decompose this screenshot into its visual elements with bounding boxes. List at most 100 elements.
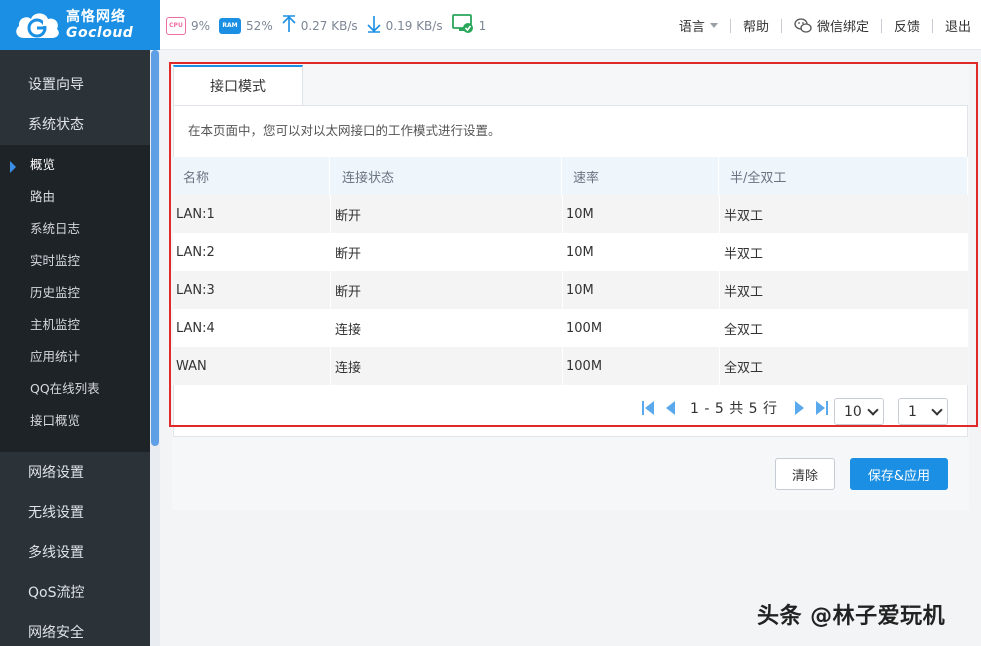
cell-status: 断开	[330, 195, 562, 233]
column-header-status[interactable]: 连接状态	[330, 157, 562, 195]
feedback-link[interactable]: 反馈	[882, 16, 932, 35]
cell-status: 断开	[330, 233, 562, 271]
monitor-check-icon	[451, 14, 474, 37]
page-number-value: 1	[908, 403, 917, 420]
help-label: 帮助	[742, 20, 769, 35]
page-number-select[interactable]: 1	[898, 398, 948, 425]
caret-down-icon	[709, 23, 718, 28]
wechat-label: 微信绑定	[816, 20, 869, 35]
upload-speed: 0.27 KB/s	[300, 18, 358, 33]
sidebar-subitem-routes[interactable]: 路由	[0, 181, 150, 213]
cell-name: LAN:3	[176, 282, 215, 298]
table-header: 名称 连接状态 速率 半/全双工	[173, 157, 968, 195]
sidebar-subitem-system-log[interactable]: 系统日志	[0, 213, 150, 245]
upload-arrow-icon	[282, 15, 296, 36]
cell-duplex: 半双工	[719, 271, 968, 309]
cell-status: 连接	[330, 347, 562, 385]
language-label: 语言	[678, 20, 705, 35]
logout-link[interactable]: 退出	[933, 16, 973, 35]
table-row[interactable]: WAN 连接 100M 全双工	[173, 347, 968, 385]
cell-speed: 10M	[562, 195, 719, 233]
cell-name: WAN	[176, 358, 207, 374]
clear-button[interactable]: 清除	[775, 458, 835, 490]
cell-status: 断开	[330, 271, 562, 309]
sidebar-subitem-app-stats[interactable]: 应用统计	[0, 341, 150, 373]
sidebar-item-setup-wizard[interactable]: 设置向导	[0, 65, 150, 105]
download-stat: 0.19 KB/s	[367, 15, 443, 36]
upload-stat: 0.27 KB/s	[282, 15, 358, 36]
top-nav: 语言 帮助 微信绑定 反馈 退出	[667, 16, 973, 35]
sidebar-subitem-history-monitor[interactable]: 历史监控	[0, 277, 150, 309]
cell-status: 连接	[330, 309, 562, 347]
sidebar-scrollbar-thumb[interactable]	[151, 50, 159, 446]
page-size-select[interactable]: 10	[834, 398, 884, 425]
wechat-icon	[794, 17, 812, 34]
watermark: 头条 @林子爱玩机	[757, 604, 946, 629]
brand-name-cn: 高恪网络	[66, 9, 126, 25]
download-speed: 0.19 KB/s	[385, 18, 443, 33]
sidebar-subitem-realtime-monitor[interactable]: 实时监控	[0, 245, 150, 277]
sidebar-item-multiline-settings[interactable]: 多线设置	[0, 533, 150, 573]
online-devices-count: 1	[478, 18, 487, 33]
save-apply-button[interactable]: 保存&应用	[850, 458, 948, 490]
sidebar-subitem-interface-overview[interactable]: 接口概览	[0, 405, 150, 437]
sidebar-item-wireless-settings[interactable]: 无线设置	[0, 493, 150, 533]
first-page-icon[interactable]	[640, 400, 656, 416]
interface-table: 名称 连接状态 速率 半/全双工 LAN:1 断开 10M 半双工 LAN:2 …	[173, 157, 968, 385]
sidebar-subitem-label: 概览	[30, 157, 56, 172]
prev-page-icon[interactable]	[662, 400, 678, 416]
page-size-value: 10	[844, 403, 862, 420]
feedback-label: 反馈	[893, 20, 920, 35]
next-page-icon[interactable]	[792, 400, 808, 416]
ram-stat: RAM 52%	[219, 17, 273, 34]
cell-duplex: 半双工	[719, 233, 968, 271]
sidebar-subitem-host-monitor[interactable]: 主机监控	[0, 309, 150, 341]
ram-value: 52%	[246, 18, 273, 33]
last-page-icon[interactable]	[814, 400, 830, 416]
cell-name: LAN:1	[176, 206, 215, 222]
language-menu[interactable]: 语言	[667, 16, 730, 35]
brand-name-en: Gocloud	[66, 25, 134, 41]
table-row[interactable]: LAN:4 连接 100M 全双工	[173, 309, 968, 347]
sidebar-subitem-overview[interactable]: 概览	[0, 149, 150, 181]
cpu-icon: CPU	[166, 16, 186, 35]
cpu-value: 9%	[191, 18, 211, 33]
chevron-down-icon	[867, 403, 879, 416]
tab-interface-mode[interactable]: 接口模式	[173, 65, 303, 106]
brand-logo[interactable]: 高恪网络 Gocloud	[0, 0, 160, 50]
help-link[interactable]: 帮助	[731, 16, 781, 35]
cpu-stat: CPU 9%	[166, 16, 211, 35]
sidebar-item-system-status[interactable]: 系统状态	[0, 105, 150, 145]
cell-name: LAN:2	[176, 244, 215, 260]
page-description: 在本页面中，您可以对以太网接口的工作模式进行设置。	[188, 123, 501, 138]
top-bar: 高恪网络 Gocloud CPU 9% RAM 52% 0.27 KB/s 0.…	[0, 0, 981, 50]
system-stats: CPU 9% RAM 52% 0.27 KB/s 0.19 KB/s 1	[166, 14, 495, 37]
sidebar-submenu: 概览 路由 系统日志 实时监控 历史监控 主机监控 应用统计 QQ在线列表 接口…	[0, 145, 150, 452]
pagination: 1 - 5 共 5 行	[640, 398, 836, 418]
cell-duplex: 全双工	[719, 309, 968, 347]
ram-icon: RAM	[219, 17, 242, 34]
cell-duplex: 全双工	[719, 347, 968, 385]
column-header-name[interactable]: 名称	[173, 157, 330, 195]
online-devices-stat[interactable]: 1	[451, 14, 487, 37]
cell-speed: 100M	[562, 309, 719, 347]
cell-speed: 100M	[562, 347, 719, 385]
column-header-duplex[interactable]: 半/全双工	[719, 157, 968, 195]
cell-duplex: 半双工	[719, 195, 968, 233]
table-row[interactable]: LAN:3 断开 10M 半双工	[173, 271, 968, 309]
table-row[interactable]: LAN:1 断开 10M 半双工	[173, 195, 968, 233]
chevron-down-icon	[931, 403, 943, 416]
wechat-bind-link[interactable]: 微信绑定	[782, 16, 881, 35]
sidebar-subitem-qq-online[interactable]: QQ在线列表	[0, 373, 150, 405]
cell-speed: 10M	[562, 271, 719, 309]
sidebar-item-qos[interactable]: QoS流控	[0, 573, 150, 613]
pagination-info: 1 - 5 共 5 行	[690, 401, 778, 417]
column-header-speed[interactable]: 速率	[562, 157, 719, 195]
cloud-logo-icon	[12, 8, 62, 42]
sidebar-item-network-settings[interactable]: 网络设置	[0, 453, 150, 493]
cell-speed: 10M	[562, 233, 719, 271]
sidebar: 设置向导 系统状态 概览 路由 系统日志 实时监控 历史监控 主机监控 应用统计…	[0, 50, 160, 646]
download-arrow-icon	[367, 15, 381, 36]
table-row[interactable]: LAN:2 断开 10M 半双工	[173, 233, 968, 271]
sidebar-item-network-security[interactable]: 网络安全	[0, 613, 150, 646]
